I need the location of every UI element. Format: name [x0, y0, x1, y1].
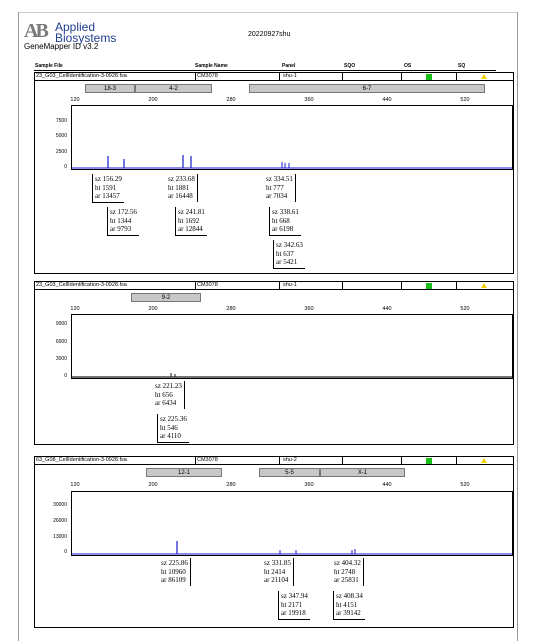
electropherogram-plot[interactable]: [71, 314, 513, 379]
peak-label: sz 156.29 ht 1591 ar 13457: [92, 174, 124, 203]
x-tick-label: 120: [70, 482, 80, 488]
x-tick-label: 520: [460, 97, 470, 103]
sample-file: 23_G03_CellIdentification-3-0928.fsa: [36, 282, 127, 288]
peak-label: sz 404.32 ht 2748 ar 25831: [332, 558, 364, 586]
peak-label: sz 347.94 ht 2171 ar 19918: [278, 591, 310, 620]
col-sample-name: Sample Name: [195, 63, 228, 69]
x-tick-label: 200: [148, 482, 158, 488]
document-title: 20220927shu: [248, 31, 291, 38]
col-sqo: SQO: [344, 63, 356, 69]
column-header-row: Sample File Sample Name Panel SQO OS SQ: [34, 63, 496, 71]
peak-label: sz 172.56 ht 1344 ar 9793: [107, 207, 139, 236]
y-tick-label: 6000: [55, 339, 67, 345]
ab-logo-mark: AB: [24, 20, 49, 42]
peak-label: sz 241.81 ht 1692 ar 12844: [175, 207, 207, 236]
y-tick-label: 9000: [55, 321, 67, 327]
y-tick-label: 13000: [53, 534, 67, 540]
os-status-icon: [426, 74, 432, 80]
os-status-icon: [426, 458, 432, 464]
electropherogram-plot[interactable]: [71, 491, 513, 556]
y-tick-label: 0: [64, 373, 67, 379]
x-tick-label: 200: [148, 97, 158, 103]
peak-label: sz 334.51 ht 777 ar 7034: [264, 174, 296, 202]
sample-row: 23_G03_CellIdentification-3-0928.fsa CM3…: [35, 73, 513, 81]
peak-label: sz 342.63 ht 637 ar 5421: [273, 240, 305, 269]
bin-marker[interactable]: 18-3: [85, 84, 135, 93]
x-tick-label: 280: [226, 482, 236, 488]
y-tick-label: 3000: [55, 356, 67, 362]
bin-marker[interactable]: 5-5: [259, 468, 320, 477]
x-tick-label: 440: [382, 482, 392, 488]
x-tick-label: 200: [148, 306, 158, 312]
sample-name: CM3078: [197, 73, 218, 79]
panel-name: shu-1: [283, 282, 297, 288]
sq-warning-icon: [481, 283, 487, 288]
sq-warning-icon: [481, 458, 487, 463]
col-sq: SQ: [458, 63, 466, 69]
bin-marker[interactable]: 9-2: [131, 293, 201, 302]
peak-label: sz 225.86 ht 10960 ar 86109: [159, 558, 191, 586]
x-tick-label: 440: [382, 306, 392, 312]
sq-warning-icon: [481, 74, 487, 79]
bin-marker[interactable]: 6-7: [249, 84, 485, 93]
col-sample-file: Sample File: [35, 63, 63, 69]
bin-marker[interactable]: 12-1: [146, 468, 222, 477]
electropherogram-plot[interactable]: [71, 105, 513, 170]
peak-label: sz 233.68 ht 1881 ar 16448: [166, 174, 198, 202]
sample-file: 63_G08_CellIdentification-3-0928.fsa: [36, 457, 127, 463]
peak-label: sz 225.36 ht 546 ar 4110: [157, 414, 189, 443]
sample-row: 23_G03_CellIdentification-3-0928.fsa CM3…: [35, 282, 513, 290]
app-name: GeneMapper ID v3.2: [24, 42, 99, 51]
panel-name: shu-1: [283, 73, 297, 79]
y-tick-label: 7500: [55, 118, 67, 124]
peak-label: sz 338.61 ht 668 ar 6198: [269, 207, 301, 236]
y-tick-label: 5000: [55, 133, 67, 139]
x-tick-label: 120: [70, 306, 80, 312]
x-tick-label: 360: [304, 97, 314, 103]
x-tick-label: 360: [304, 482, 314, 488]
y-tick-label: 26000: [53, 518, 67, 524]
peak-label: sz 331.85 ht 2414 ar 21104: [262, 558, 294, 586]
peak-label: sz 408.34 ht 4151 ar 39142: [333, 591, 365, 620]
panel-name: shu-2: [283, 457, 297, 463]
y-tick-label: 39000: [53, 502, 67, 508]
bin-marker[interactable]: 4-2: [135, 84, 212, 93]
x-tick-label: 440: [382, 97, 392, 103]
y-tick-label: 0: [64, 164, 67, 170]
sample-file: 23_G03_CellIdentification-3-0928.fsa: [36, 73, 127, 79]
electropherogram-panel-1: 23_G03_CellIdentification-3-0928.fsa CM3…: [34, 72, 514, 274]
col-os: OS: [404, 63, 412, 69]
sample-name: CM3078: [197, 282, 218, 288]
x-tick-label: 280: [226, 306, 236, 312]
bin-marker[interactable]: X-1: [320, 468, 405, 477]
sample-name: CM3078: [197, 457, 218, 463]
electropherogram-panel-2: 23_G03_CellIdentification-3-0928.fsa CM3…: [34, 281, 514, 445]
electropherogram-panel-3: 63_G08_CellIdentification-3-0928.fsa CM3…: [34, 456, 514, 628]
x-tick-label: 520: [460, 306, 470, 312]
sample-row: 63_G08_CellIdentification-3-0928.fsa CM3…: [35, 457, 513, 465]
x-tick-label: 120: [70, 97, 80, 103]
y-tick-label: 2500: [55, 149, 67, 155]
x-tick-label: 360: [304, 306, 314, 312]
x-tick-label: 280: [226, 97, 236, 103]
peak-label: sz 221.23 ht 656 ar 6434: [153, 381, 185, 409]
os-status-icon: [426, 283, 432, 289]
y-tick-label: 0: [64, 549, 67, 555]
x-tick-label: 520: [460, 482, 470, 488]
col-panel: Panel: [282, 63, 296, 69]
